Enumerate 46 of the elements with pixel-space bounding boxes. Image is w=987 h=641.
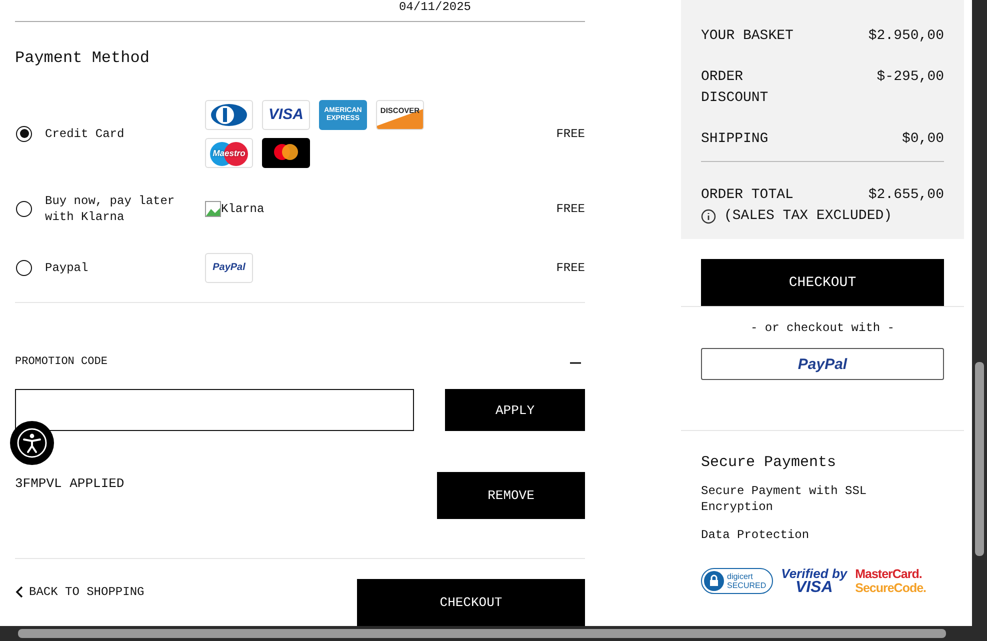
checkout-button[interactable]: CHECKOUT <box>701 259 944 306</box>
applied-code: 3FMPVL APPLIED <box>15 476 124 492</box>
security-feature: Data Protection <box>701 527 810 543</box>
card-logo <box>262 138 310 168</box>
alternative-checkout-label: - or checkout with - <box>749 321 896 335</box>
total-value: $2.655,00 <box>868 186 944 205</box>
summary-value: $-295,00 <box>876 68 944 87</box>
method-price: FREE <box>556 126 585 141</box>
summary-value: $0,00 <box>902 130 944 149</box>
info-icon[interactable] <box>701 209 716 224</box>
order-date: 04/11/2025 <box>398 0 471 16</box>
method-price: FREE <box>556 202 585 216</box>
remove-button[interactable]: REMOVE <box>437 472 585 519</box>
summary-label: ORDER DISCOUNT <box>701 68 770 108</box>
paypal-button[interactable]: PayPal <box>701 348 944 380</box>
radio-button[interactable] <box>16 201 32 218</box>
verification-label: Verified by VISA <box>781 567 848 595</box>
promotion-label: PROMOTION CODE <box>15 356 108 368</box>
checkout-button[interactable]: CHECKOUT <box>357 579 585 626</box>
security-feature: Secure Payment with SSL Encryption <box>701 483 868 515</box>
method-label: Buy now, pay later with Klarna <box>45 193 176 226</box>
section-title: Secure Payments <box>701 453 838 473</box>
summary-label: SHIPPING <box>701 130 770 149</box>
apply-button[interactable]: APPLY <box>445 389 585 431</box>
promo-code-field[interactable] <box>15 389 414 431</box>
card-logo: VISA <box>262 100 310 130</box>
summary-label: YOUR BASKET <box>701 27 794 46</box>
securecode-label: MasterCard. SecureCode. <box>855 567 926 595</box>
method-label: Paypal <box>45 260 90 276</box>
security-badge: digicert SECURED <box>701 568 774 594</box>
method-label: Credit Card <box>45 126 126 142</box>
total-label: ORDER TOTAL <box>701 186 794 205</box>
back-link[interactable]: BACK TO SHOPPING <box>15 584 144 600</box>
chevron-left-icon <box>15 586 23 598</box>
broken-image: Klarna <box>205 194 264 224</box>
vertical-scrollbar[interactable] <box>972 0 987 626</box>
paypal-logo: PayPal <box>205 252 253 283</box>
accessibility-button[interactable] <box>10 421 54 465</box>
tax-note: (SALES TAX EXCLUDED) <box>724 207 892 226</box>
radio-button[interactable] <box>16 260 32 276</box>
section-title: Payment Method <box>15 48 150 68</box>
method-price: FREE <box>556 260 585 275</box>
horizontal-scrollbar[interactable] <box>0 626 987 641</box>
radio-button[interactable] <box>16 126 32 142</box>
card-logo <box>205 100 253 130</box>
summary-value: $2.950,00 <box>868 27 944 46</box>
